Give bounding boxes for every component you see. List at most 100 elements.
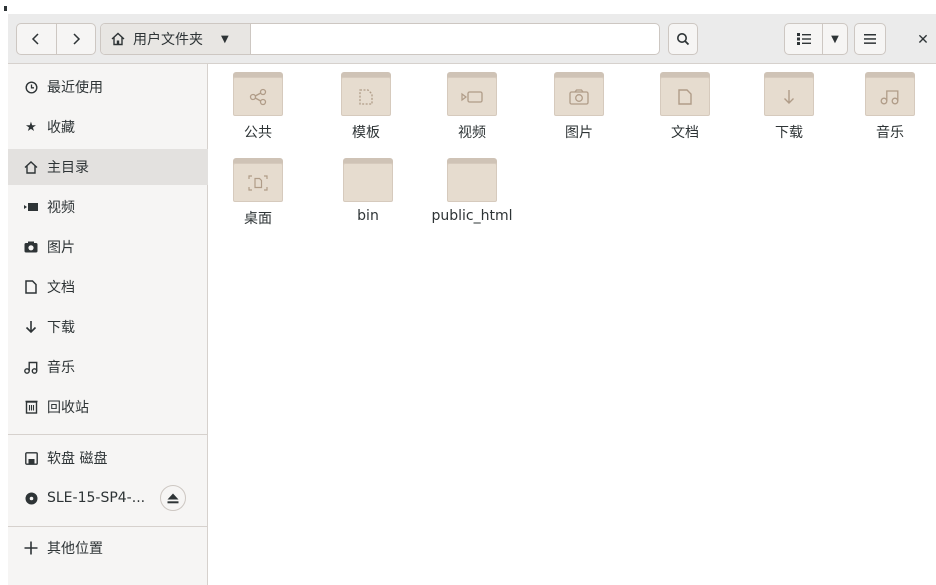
- sidebar-item-label: 文档: [47, 280, 75, 296]
- close-button[interactable]: ✕: [914, 31, 932, 49]
- file-name: bin: [357, 208, 379, 224]
- sidebar-item-recent[interactable]: 最近使用: [8, 69, 208, 105]
- file-name: 公共: [244, 125, 272, 141]
- sidebar-item-home[interactable]: 主目录: [8, 149, 208, 185]
- camera-icon: [569, 88, 589, 105]
- sidebar-item-trash[interactable]: 回收站: [8, 389, 208, 425]
- music-icon: [880, 89, 899, 104]
- sidebar-separator: [8, 434, 208, 435]
- back-button[interactable]: [17, 24, 56, 54]
- search-icon: [677, 33, 690, 46]
- folder-videos[interactable]: 视频: [427, 70, 517, 148]
- sidebar-item-label: 主目录: [47, 160, 89, 176]
- folder-pictures[interactable]: 图片: [534, 70, 624, 148]
- file-name: 下载: [775, 125, 803, 141]
- caret-down-icon[interactable]: ▼: [221, 34, 229, 45]
- trash-icon: [24, 400, 38, 414]
- folder-icon: [233, 70, 283, 116]
- folder-icon: [233, 156, 283, 202]
- caret-down-icon: ▼: [831, 33, 839, 45]
- eject-button[interactable]: [160, 485, 186, 511]
- music-icon: [24, 360, 38, 374]
- sidebar-item-label: 图片: [47, 240, 75, 256]
- sidebar-item-other-locations[interactable]: 其他位置: [8, 530, 208, 566]
- sidebar-item-downloads[interactable]: 下载: [8, 309, 208, 345]
- sidebar-item-label: 视频: [47, 200, 75, 216]
- folder-icon: [447, 156, 497, 202]
- file-name: 音乐: [876, 125, 904, 141]
- sidebar-item-music[interactable]: 音乐: [8, 349, 208, 385]
- sidebar-item-label: 其他位置: [47, 541, 103, 557]
- eject-icon: [167, 493, 179, 503]
- search-button[interactable]: [668, 23, 698, 55]
- file-name: 文档: [671, 125, 699, 141]
- list-view-button[interactable]: [785, 24, 823, 54]
- download-icon: [24, 320, 38, 334]
- chevron-left-icon: [32, 33, 39, 45]
- sidebar-item-pictures[interactable]: 图片: [8, 229, 208, 265]
- template-icon: [359, 88, 373, 105]
- close-icon: ✕: [917, 32, 929, 48]
- hamburger-menu-icon: [864, 34, 876, 44]
- folder-icon: [764, 70, 814, 116]
- location-bar[interactable]: 用户文件夹 ▼: [100, 23, 660, 55]
- file-name: public_html: [431, 208, 513, 224]
- sidebar-item-label: 收藏: [47, 120, 75, 136]
- video-icon: [24, 200, 38, 214]
- folder-icon: [865, 70, 915, 116]
- header-bar: 用户文件夹 ▼ ▼ ✕: [8, 14, 936, 64]
- video-icon: [461, 90, 483, 103]
- sidebar: 最近使用 ★ 收藏 主目录 视频 图片 文档 下载 音乐 回收站 软盘 磁盘 S…: [8, 64, 208, 585]
- folder-icon: [554, 70, 604, 116]
- folder-bin[interactable]: bin: [323, 156, 413, 234]
- folder-icon: [447, 70, 497, 116]
- sidebar-item-floppy[interactable]: 软盘 磁盘: [8, 440, 208, 476]
- folder-documents[interactable]: 文档: [640, 70, 730, 148]
- clock-icon: [24, 80, 38, 94]
- desktop-icon: [248, 174, 268, 191]
- camera-icon: [24, 240, 38, 254]
- sidebar-item-documents[interactable]: 文档: [8, 269, 208, 305]
- plus-icon: [24, 541, 38, 555]
- sidebar-item-starred[interactable]: ★ 收藏: [8, 109, 208, 145]
- home-icon: [24, 160, 38, 174]
- file-name: 桌面: [244, 211, 272, 227]
- sidebar-separator: [8, 526, 208, 527]
- folder-downloads[interactable]: 下载: [744, 70, 834, 148]
- folder-desktop[interactable]: 桌面: [213, 156, 303, 234]
- list-view-icon: [796, 33, 811, 45]
- sidebar-item-label: SLE-15-SP4-...: [47, 490, 146, 506]
- file-grid: 公共 模板 视频 图片 文档 下载 音乐 桌面 bin public_html: [209, 64, 936, 585]
- sidebar-item-videos[interactable]: 视频: [8, 189, 208, 225]
- sidebar-item-label: 回收站: [47, 400, 89, 416]
- location-crumb[interactable]: 用户文件夹 ▼: [101, 24, 251, 54]
- file-name: 图片: [565, 125, 593, 141]
- sidebar-item-label: 音乐: [47, 360, 75, 376]
- document-icon: [678, 88, 692, 105]
- folder-icon: [341, 70, 391, 116]
- share-icon: [249, 88, 267, 105]
- navigation-buttons: [16, 23, 96, 55]
- sidebar-item-label: 最近使用: [47, 80, 103, 96]
- sidebar-item-label: 下载: [47, 320, 75, 336]
- location-label: 用户文件夹: [133, 32, 203, 48]
- folder-public-html[interactable]: public_html: [427, 156, 517, 234]
- view-options-button[interactable]: ▼: [823, 24, 847, 54]
- folder-music[interactable]: 音乐: [845, 70, 935, 148]
- folder-public[interactable]: 公共: [213, 70, 303, 148]
- folder-templates[interactable]: 模板: [321, 70, 411, 148]
- sidebar-item-label: 软盘 磁盘: [47, 451, 108, 467]
- download-icon: [784, 89, 794, 104]
- forward-button[interactable]: [55, 24, 96, 54]
- window-corner-mark: [4, 6, 7, 11]
- home-icon: [111, 32, 125, 46]
- star-icon: ★: [25, 119, 37, 135]
- folder-icon: [343, 156, 393, 202]
- folder-icon: [660, 70, 710, 116]
- file-name: 模板: [352, 125, 380, 141]
- menu-button[interactable]: [854, 23, 886, 55]
- file-name: 视频: [458, 125, 486, 141]
- view-toggle: ▼: [784, 23, 848, 55]
- floppy-icon: [24, 451, 38, 465]
- disc-icon: [24, 491, 38, 505]
